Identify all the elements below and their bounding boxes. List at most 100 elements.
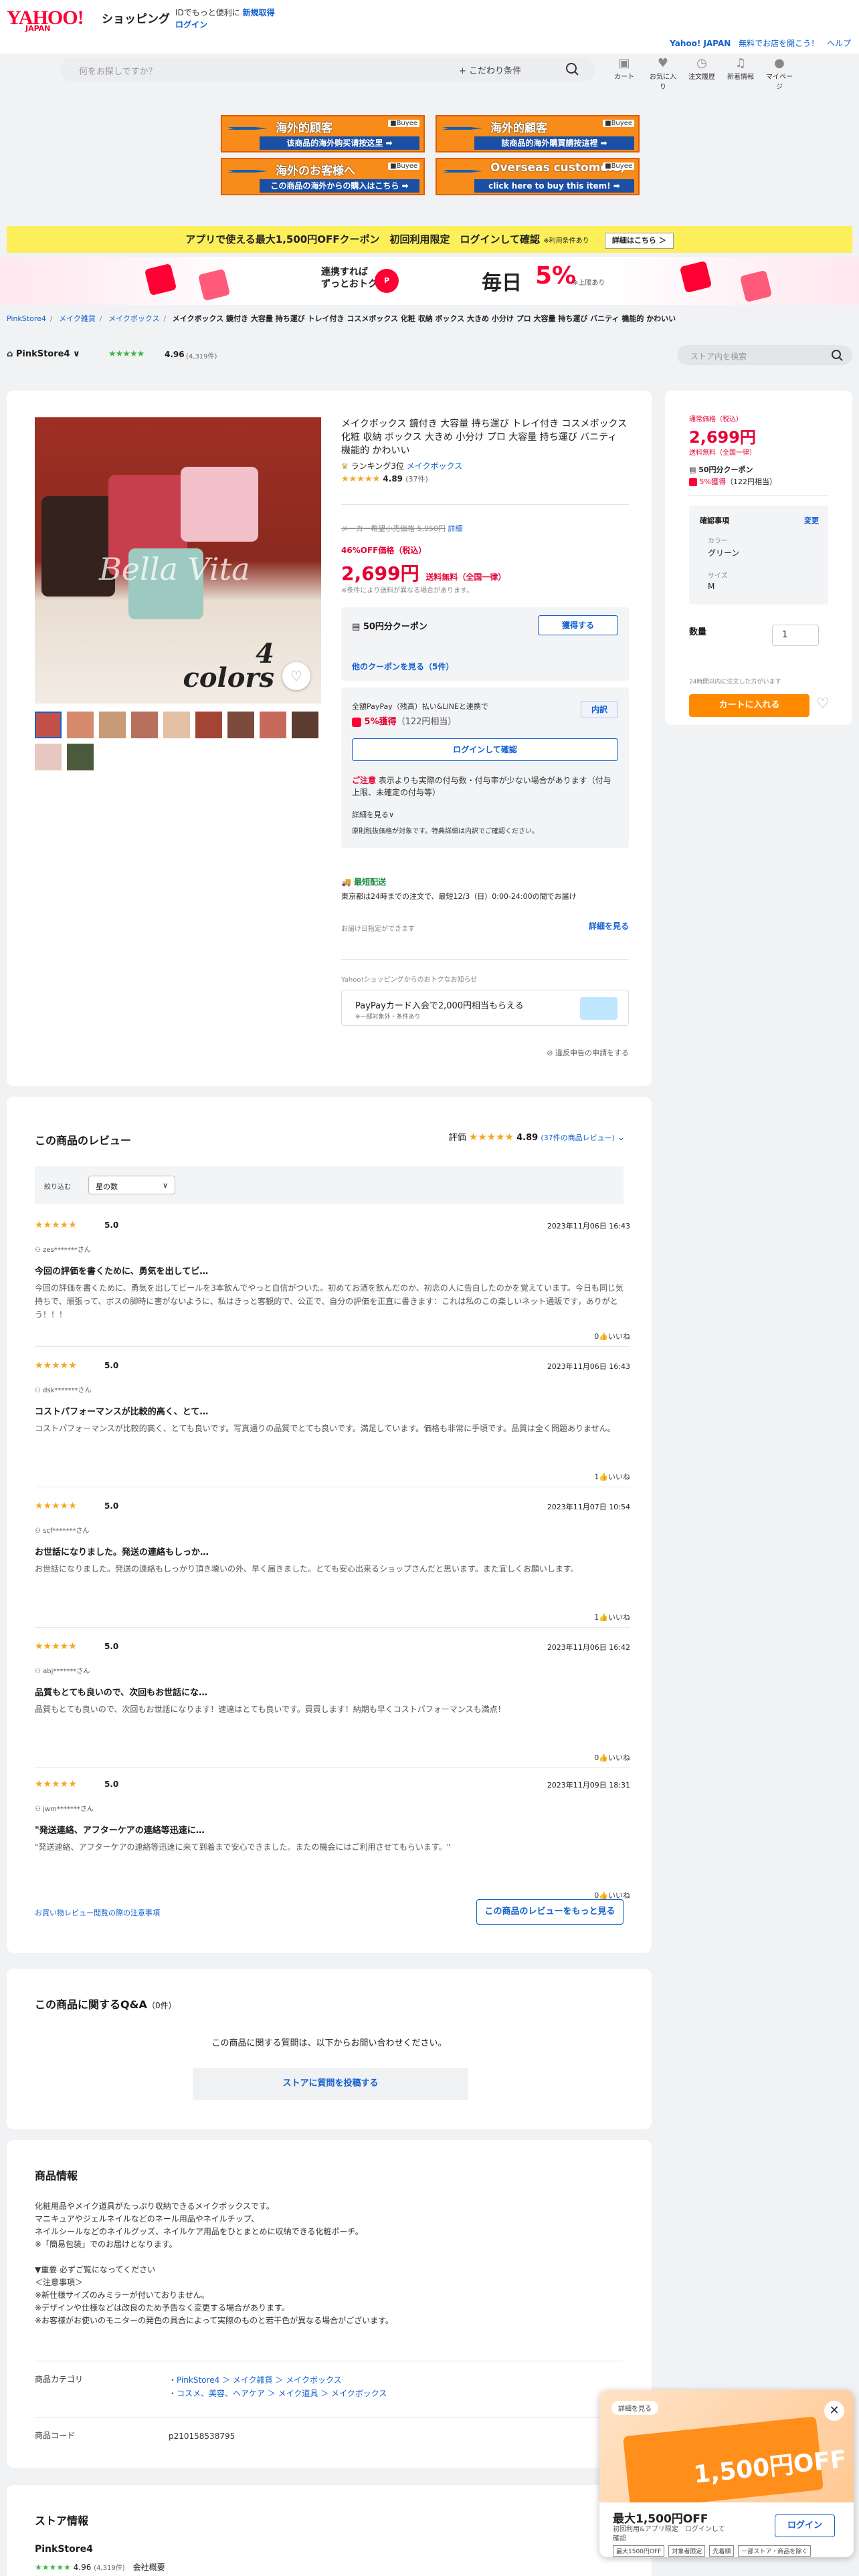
search-button[interactable] [550, 58, 595, 82]
info-row-category: 商品カテゴリ ・PinkStore4 ＞ メイク雑貨 ＞ メイクボックス ・コスメ… [35, 2361, 624, 2417]
thumbnail[interactable] [227, 712, 254, 738]
like-button[interactable]: 0👍いいね [594, 1331, 630, 1341]
search-input[interactable]: 何をお探しですか？ [79, 64, 157, 77]
cube-decoration [739, 270, 773, 303]
close-icon[interactable]: ✕ [824, 2401, 844, 2421]
shopping-label[interactable]: ショッピング [102, 9, 170, 26]
points-condition: 全額PayPay（残高）払い&LINEと連携で [352, 702, 488, 711]
points-box: 全額PayPay（残高）払い&LINEと連携で 5%獲得（122円相当） 内訳 … [341, 687, 629, 848]
thumbnail[interactable] [99, 712, 126, 738]
divider [341, 504, 629, 505]
signup-link[interactable]: 新規取得 [243, 8, 275, 17]
nav-notifications[interactable]: ♫ 新着情報 [725, 56, 756, 91]
product-code: p210158538795 [169, 2432, 235, 2441]
like-button[interactable]: 0👍いいね [594, 1752, 630, 1763]
help-link[interactable]: ヘルプ [827, 39, 851, 48]
category-links[interactable]: ・PinkStore4 ＞ メイク雑貨 ＞ メイクボックス ・コスメ、美容、ヘアケ… [169, 2373, 387, 2400]
thumbnail[interactable] [195, 712, 222, 738]
cart-price-label: 通常価格（税込） [689, 416, 743, 423]
store-icon: ⌂ [7, 349, 16, 359]
more-coupons-link[interactable]: 他のクーポンを見る（5件） [352, 661, 454, 672]
popup-main-text: 最大1,500円OFF [613, 2512, 708, 2526]
points-breakdown-button[interactable]: 内訳 [581, 701, 618, 718]
add-to-cart-button[interactable]: カートに入れる [689, 694, 809, 717]
open-store-link[interactable]: 無料でお店を開こう！ [739, 39, 819, 48]
app-coupon-banner[interactable]: アプリで使える最大1,500円OFFクーポン 初回利用限定 ログインして確認 ※… [7, 226, 852, 253]
paypay-logo-icon: P [375, 269, 399, 293]
coupon-box: ▤ 50円分クーポン 獲得する 他のクーポンを見る（5件） [341, 607, 629, 681]
store-rating: 4.96 [165, 350, 185, 359]
quantity-input[interactable]: 1 [772, 625, 819, 646]
report-violation-link[interactable]: ⊘ 違反申告の申請をする [547, 1047, 629, 1058]
store-info-section: ストア情報 PinkStore4 ★★★★★ 4.96 (4,319件) 会社概… [7, 2485, 652, 2576]
popup-tags: 最大1500円OFF 対象者限定 先着順 一部ストア・商品を除く [613, 2545, 812, 2557]
store-info-name[interactable]: PinkStore4 [35, 2544, 93, 2555]
thumbnail[interactable] [35, 744, 62, 770]
caution-more-link[interactable]: 詳細を見る∨ [352, 809, 394, 820]
buyee-banner-cn-traditional[interactable]: 海外的顧客 ■Buyee 該商品的海外購買請按這裡 ➡ [436, 115, 640, 152]
login-link[interactable]: ログイン [175, 19, 207, 30]
nav-cart[interactable]: ▣ カート [609, 56, 640, 91]
shipping-detail-link[interactable]: 詳細を見る [589, 920, 629, 932]
option-summary: 確認事項 変更 カラー グリーン サイズ M [689, 506, 828, 605]
coupon-detail-button[interactable]: 詳細はこちら ＞ [604, 233, 674, 249]
buyee-banner-jp[interactable]: 海外のお客様へ ■Buyee この商品の海外からの購入はこちら ➡ [221, 158, 425, 195]
buyee-banner-cn-simplified[interactable]: 海外的顾客 ■Buyee 该商品的海外购买请按这里 ➡ [221, 115, 425, 152]
ranking-category-link[interactable]: メイクボックス [407, 461, 462, 471]
popup-login-button[interactable]: ログイン [775, 2514, 835, 2537]
login-confirm-button[interactable]: ログインして確認 [352, 738, 618, 761]
shipping-info: 東京都は24時までの注文で、最短12/3（日）0:00-24:00の間でお届け [341, 892, 577, 901]
user-icon: ● [774, 56, 785, 70]
thumbnail[interactable] [292, 712, 318, 738]
thumbnail[interactable] [131, 712, 158, 738]
like-button[interactable]: 1👍いいね [594, 1612, 630, 1622]
thumbnail[interactable] [163, 712, 190, 738]
buyee-banner-en[interactable]: Overseas customers, ■Buyee click here to b… [436, 158, 640, 195]
company-info-link[interactable]: 会社概要 [133, 2563, 165, 2572]
nav-history[interactable]: ◷ 注文履歴 [686, 56, 717, 91]
reviews-summary[interactable]: 評価 ★★★★★ 4.89 (37件の商品レビュー) ⌄ [449, 1130, 625, 1143]
orig-price-detail-link[interactable]: 詳細 [448, 524, 463, 533]
shipping-free: 送料無料（全国一律） [425, 572, 506, 582]
change-options-link[interactable]: 変更 [804, 515, 819, 526]
nav-favorites[interactable]: ♥ お気に入り [648, 56, 678, 91]
yj-top-link[interactable]: Yahoo! JAPAN [670, 39, 731, 48]
get-coupon-button[interactable]: 獲得する [538, 615, 618, 635]
thumbnail[interactable] [260, 712, 286, 738]
paypay-card-offer[interactable]: PayPayカード入会で2,000円相当もらえる ※一部対象外・条件あり [341, 990, 629, 1026]
pay-banner-percent: 5% [535, 262, 577, 290]
search-conditions-button[interactable]: + こだわり条件 [459, 64, 521, 76]
shipping-date-note: お届け日指定ができます [341, 926, 415, 933]
paypay-link-banner[interactable]: 連携すれば ずっとおトク P 毎日 5% ※上限あり [0, 257, 859, 305]
thumbnail[interactable] [35, 712, 62, 738]
product-rating[interactable]: ★★★★★ 4.89 (37件) [341, 473, 629, 484]
reviewer-name: ⚇ abj*******さん [35, 1668, 90, 1675]
heart-icon[interactable]: ♡ [816, 695, 830, 712]
store-review-count[interactable]: (4,319件) [186, 350, 217, 360]
like-button[interactable]: 1👍いいね [594, 1471, 630, 1482]
review-guidelines-link[interactable]: お買い物レビュー閲覧の際の注意事項 [35, 1907, 160, 1918]
product-main-image[interactable]: Bella Vita 4 colors ♡ [35, 417, 321, 704]
store-name-link[interactable]: ⌂ PinkStore4 ∨ [7, 349, 80, 359]
breadcrumb-current: メイクボックス 鏡付き 大容量 持ち運び トレイ付き コスメボックス 化粧 収納… [172, 314, 676, 323]
post-question-button[interactable]: ストアに質問を投稿する [193, 2068, 468, 2100]
star-filter-select[interactable]: 星の数 ∨ [88, 1176, 175, 1194]
thumbnail[interactable] [67, 712, 94, 738]
review-item: ★★★★★ 5.0 2023年11月06日 16:43 ⚇ zes*******さ… [35, 1220, 630, 1347]
more-reviews-button[interactable]: この商品のレビューをもっと見る [476, 1899, 624, 1925]
breadcrumb-item[interactable]: メイクボックス [108, 314, 159, 323]
nav-mypage[interactable]: ● マイページ [764, 56, 795, 91]
user-icon: ⚇ [35, 1668, 43, 1675]
user-icon: ⚇ [35, 1387, 43, 1394]
review-item: ★★★★★ 5.0 2023年11月06日 16:43 ⚇ dsk*******さ… [35, 1360, 630, 1487]
pay-banner-daily: 毎日 [482, 272, 522, 295]
breadcrumb-item[interactable]: メイク雑貨 [59, 314, 96, 323]
breadcrumb-item[interactable]: PinkStore4 [7, 314, 46, 323]
store-search-input[interactable]: ストア内を検索 [677, 345, 852, 365]
thumbnail[interactable] [67, 744, 94, 770]
thumbs-up-icon: 👍 [599, 1473, 608, 1481]
heart-icon: ♡ [290, 668, 302, 684]
popup-detail-badge[interactable]: 詳細を見る [611, 2401, 658, 2415]
search-bar[interactable]: 何をお探しですか？ + こだわり条件 [60, 58, 595, 82]
favorite-button[interactable]: ♡ [282, 662, 310, 690]
